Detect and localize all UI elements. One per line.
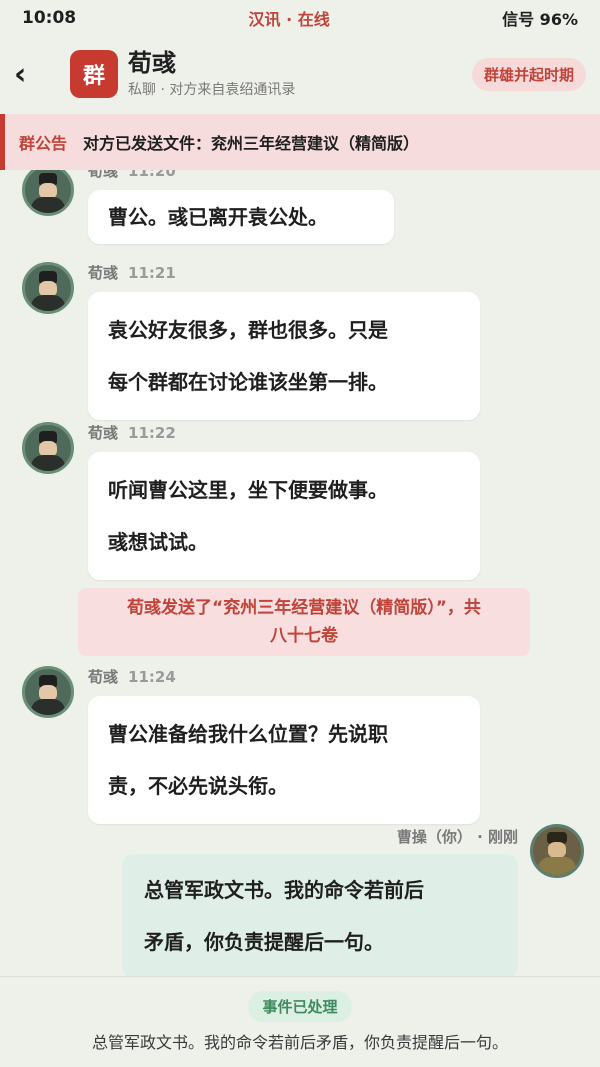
message-line: 责，不必先说头衔。 [108,774,288,798]
sender-name: 荀彧 [88,264,119,282]
message-line: 听闻曹公这里，坐下便要做事。 [108,478,388,502]
event-footer: 事件已处理 总管军政文书。我的命令若前后矛盾，你负责提醒后一句。 [0,976,600,1067]
message-line: 每个群都在讨论谁该坐第一排。 [108,370,388,394]
message-line: 彧想试试。 [108,530,208,554]
message-meta: 荀彧 11:24 [88,666,176,687]
sender-avatar[interactable] [22,666,74,718]
group-avatar-badge[interactable]: 群 [70,50,118,98]
system-message-line: 八十七卷 [270,626,338,646]
chat-message-list[interactable]: 荀彧 11:20 曹公。彧已离开袁公处。 荀彧 11:21 袁公好友很多，群也很多。… [0,170,600,976]
message-line: 曹公准备给我什么位置？先说职 [108,722,388,746]
message-line: 总管军政文书。我的命令若前后 [144,878,424,902]
system-message[interactable]: 荀彧发送了“兖州三年经营建议（精简版）”，共 八十七卷 [78,588,530,656]
message-meta: 荀彧 11:22 [88,422,176,443]
back-chevron-icon[interactable]: ‹ [14,57,54,92]
group-notice-label: 群公告 [19,134,68,153]
chat-subtitle: 私聊 · 对方来自袁绍通讯录 [128,82,296,98]
sender-name: 荀彧 [88,170,119,180]
message-time: 11:22 [128,424,176,442]
status-network: 汉讯 · 在线 [248,10,330,29]
chat-title-block: 荀彧 私聊 · 对方来自袁绍通讯录 [128,49,295,99]
group-notice-banner[interactable]: 群公告 对方已发送文件：兖州三年经营建议（精简版） [0,114,600,170]
message-time: 11:24 [128,668,176,686]
message-time: 11:21 [128,264,176,282]
self-avatar[interactable] [530,824,584,878]
status-signal-battery: 信号 96% [502,10,578,29]
sender-avatar[interactable] [22,422,74,474]
message-bubble[interactable]: 听闻曹公这里，坐下便要做事。 彧想试试。 [88,452,480,580]
sender-avatar[interactable] [22,170,74,216]
status-bar: 10:08 汉讯 · 在线 信号 96% [0,0,600,36]
sender-name: 荀彧 [88,424,119,442]
event-handled-badge: 事件已处理 [248,991,352,1022]
message-bubble[interactable]: 袁公好友很多，群也很多。只是 每个群都在讨论谁该坐第一排。 [88,292,480,420]
self-message-meta: 曹操（你） · 刚刚 [396,828,518,846]
sender-name: 荀彧 [88,668,119,686]
message-line: 矛盾，你负责提醒后一句。 [144,930,384,954]
group-notice-text: 对方已发送文件：兖州三年经营建议（精简版） [83,134,420,153]
system-message-line: 荀彧发送了“兖州三年经营建议（精简版）”，共 [127,598,481,618]
chat-title: 荀彧 [128,49,176,77]
chat-header: ‹ 群 荀彧 私聊 · 对方来自袁绍通讯录 群雄并起时期 [0,36,600,112]
message-line: 袁公好友很多，群也很多。只是 [108,318,388,342]
message-time: 11:20 [128,170,176,180]
sender-avatar[interactable] [22,262,74,314]
message-bubble[interactable]: 曹公准备给我什么位置？先说职 责，不必先说头衔。 [88,696,480,824]
message-meta: 荀彧 11:21 [88,262,176,283]
self-message-bubble[interactable]: 总管军政文书。我的命令若前后 矛盾，你负责提醒后一句。 [122,854,518,976]
event-summary-text: 总管军政文书。我的命令若前后矛盾，你负责提醒后一句。 [91,1033,508,1052]
era-badge[interactable]: 群雄并起时期 [471,57,586,91]
message-meta: 荀彧 11:20 [88,170,176,181]
status-time: 10:08 [22,8,77,28]
message-bubble[interactable]: 曹公。彧已离开袁公处。 [88,190,394,244]
